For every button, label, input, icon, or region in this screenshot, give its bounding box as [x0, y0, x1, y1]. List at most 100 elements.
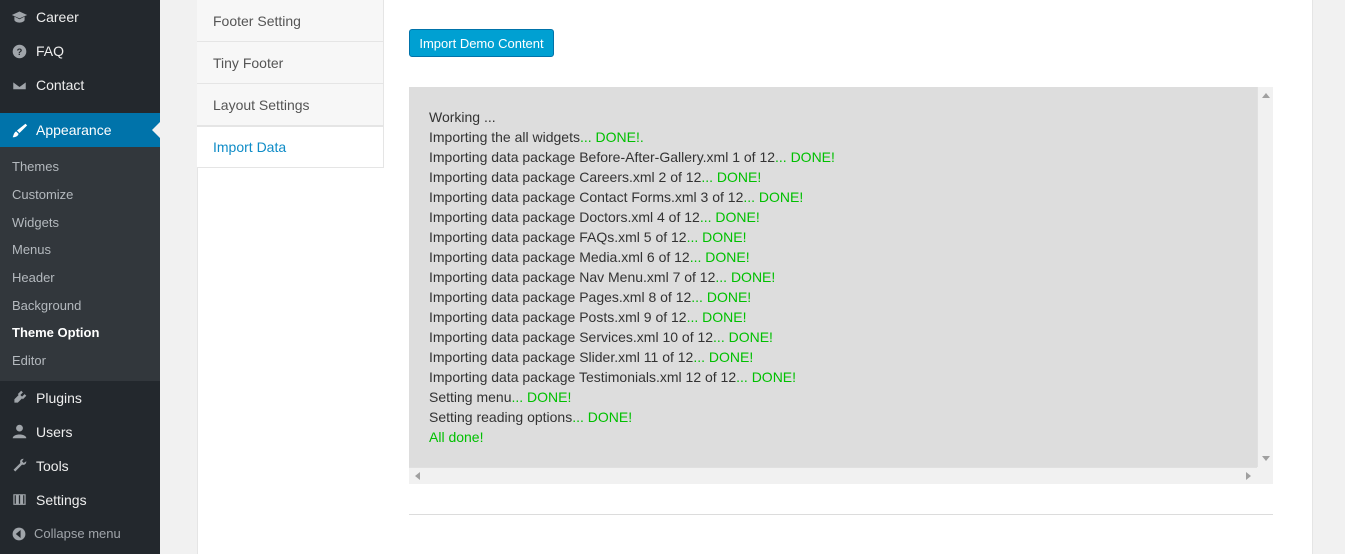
scrollbar-corner [1257, 467, 1273, 484]
log-line: Importing data package Contact Forms.xml… [429, 187, 1253, 207]
log-line-status: ... DONE! [691, 289, 752, 305]
options-tabs: Footer Setting Tiny Footer Layout Settin… [197, 0, 384, 168]
submenu-item-header[interactable]: Header [0, 264, 160, 292]
menu-item-label: Plugins [36, 389, 82, 406]
log-line-text: Working ... [429, 109, 496, 125]
plug-icon [10, 389, 28, 407]
import-demo-content-button[interactable]: Import Demo Content [409, 29, 554, 57]
log-line-status: ... DONE! [572, 409, 633, 425]
mortarboard-icon [10, 8, 28, 26]
collapse-menu-label: Collapse menu [34, 526, 121, 541]
scroll-down-arrow-icon[interactable] [1262, 456, 1270, 461]
menu-item-appearance[interactable]: Appearance [0, 113, 160, 147]
collapse-arrow-icon [10, 525, 28, 543]
menu-item-label: Career [36, 9, 79, 25]
user-icon [10, 423, 28, 441]
log-line-status: ... DONE! [693, 349, 754, 365]
menu-item-label: Contact [36, 77, 85, 93]
log-line-status: ... DONE! [686, 309, 747, 325]
menu-item-contact[interactable]: Contact [0, 68, 160, 102]
log-line: All done! [429, 427, 1253, 447]
log-line-status: All done! [429, 429, 484, 445]
menu-item-label: Appearance [36, 122, 112, 138]
log-line: Setting reading options... DONE! [429, 407, 1253, 427]
log-line: Importing data package Slider.xml 11 of … [429, 347, 1253, 367]
log-line-status: ... DONE! [736, 369, 797, 385]
tab-layout-settings[interactable]: Layout Settings [197, 84, 384, 126]
menu-item-tools[interactable]: Tools [0, 449, 160, 483]
section-divider [409, 514, 1273, 515]
submenu-item-customize[interactable]: Customize [0, 181, 160, 209]
log-line-text: Importing data package Before-After-Gall… [429, 149, 776, 165]
log-line-text: Importing data package Testimonials.xml … [429, 369, 737, 385]
log-line-text: Setting menu [429, 389, 512, 405]
log-line: Importing data package Services.xml 10 o… [429, 327, 1253, 347]
log-line-text: Importing data package FAQs.xml 5 of 12 [429, 229, 687, 245]
menu-item-users[interactable]: Users [0, 415, 160, 449]
submenu-item-themes[interactable]: Themes [0, 153, 160, 181]
log-line: Importing data package Posts.xml 9 of 12… [429, 307, 1253, 327]
menu-item-plugins[interactable]: Plugins [0, 381, 160, 415]
tab-import-data[interactable]: Import Data [197, 126, 384, 168]
tab-tiny-footer[interactable]: Tiny Footer [197, 42, 384, 84]
log-line: Importing data package Pages.xml 8 of 12… [429, 287, 1253, 307]
log-line-text: Importing data package Media.xml 6 of 12 [429, 249, 690, 265]
log-line-status: ... DONE! [701, 169, 762, 185]
vertical-scrollbar[interactable] [1257, 87, 1273, 467]
envelope-icon [10, 76, 28, 94]
sliders-icon [10, 491, 28, 509]
submenu-item-menus[interactable]: Menus [0, 236, 160, 264]
submenu-item-widgets[interactable]: Widgets [0, 208, 160, 236]
menu-item-label: Settings [36, 491, 87, 508]
submenu-item-editor[interactable]: Editor [0, 347, 160, 375]
submenu-item-background[interactable]: Background [0, 291, 160, 319]
menu-item-career[interactable]: Career [0, 0, 160, 34]
appearance-submenu: Themes Customize Widgets Menus Header Ba… [0, 147, 160, 381]
log-line-text: Importing data package Slider.xml 11 of … [429, 349, 694, 365]
log-line-status: ... DONE! [713, 329, 773, 345]
svg-text:?: ? [16, 46, 22, 56]
log-line-text: Importing data package Posts.xml 9 of 12 [429, 309, 687, 325]
import-log-lines: Working ... Importing the all widgets... … [429, 107, 1253, 464]
log-line-status: ... DONE! [689, 249, 750, 265]
log-line-text: Setting reading options [429, 409, 573, 425]
brush-icon [10, 121, 28, 139]
log-line: Importing the all widgets... DONE!. [429, 127, 1253, 147]
log-line-status: ... DONE! [511, 389, 572, 405]
horizontal-scrollbar[interactable] [409, 467, 1257, 484]
wrench-icon [10, 457, 28, 475]
log-line-status: ... DONE! [699, 209, 760, 225]
log-line-status: ... DONE!. [579, 129, 644, 145]
log-line-status: ... DONE! [743, 189, 804, 205]
log-line-text: Importing the all widgets [429, 129, 580, 145]
log-line: Importing data package Nav Menu.xml 7 of… [429, 267, 1253, 287]
log-line-text: Importing data package Doctors.xml 4 of … [429, 209, 700, 225]
log-line-text: Importing data package Nav Menu.xml 7 of… [429, 269, 716, 285]
question-icon: ? [10, 42, 28, 60]
log-line-text: Importing data package Careers.xml 2 of … [429, 169, 702, 185]
collapse-menu-button[interactable]: Collapse menu [0, 517, 160, 551]
log-line-status: ... DONE! [686, 229, 747, 245]
log-line-text: Importing data package Services.xml 10 o… [429, 329, 714, 345]
menu-item-label: Tools [36, 457, 69, 474]
tab-footer-setting[interactable]: Footer Setting [197, 0, 384, 42]
log-line: Importing data package Media.xml 6 of 12… [429, 247, 1253, 267]
scroll-left-arrow-icon[interactable] [415, 472, 420, 480]
log-line-text: Importing data package Contact Forms.xml… [429, 189, 744, 205]
scroll-right-arrow-icon[interactable] [1246, 472, 1251, 480]
submenu-item-theme-option[interactable]: Theme Option [0, 319, 160, 347]
log-line-status: ... DONE! [775, 149, 835, 165]
scroll-up-arrow-icon[interactable] [1262, 93, 1270, 98]
menu-item-label: Users [36, 423, 73, 440]
admin-sidebar: Career ? FAQ Contact Appearance Themes C… [0, 0, 160, 554]
import-log-box[interactable]: Working ... Importing the all widgets... … [409, 87, 1273, 484]
log-line: Importing data package Careers.xml 2 of … [429, 167, 1253, 187]
log-line: Working ... [429, 107, 1253, 127]
menu-item-label: FAQ [36, 43, 65, 59]
log-line: Importing data package Testimonials.xml … [429, 367, 1253, 387]
log-line: Importing data package Doctors.xml 4 of … [429, 207, 1253, 227]
log-line-status: ... DONE! [715, 269, 776, 285]
menu-item-settings[interactable]: Settings [0, 483, 160, 517]
menu-item-faq[interactable]: ? FAQ [0, 34, 160, 68]
log-line: Importing data package FAQs.xml 5 of 12.… [429, 227, 1253, 247]
